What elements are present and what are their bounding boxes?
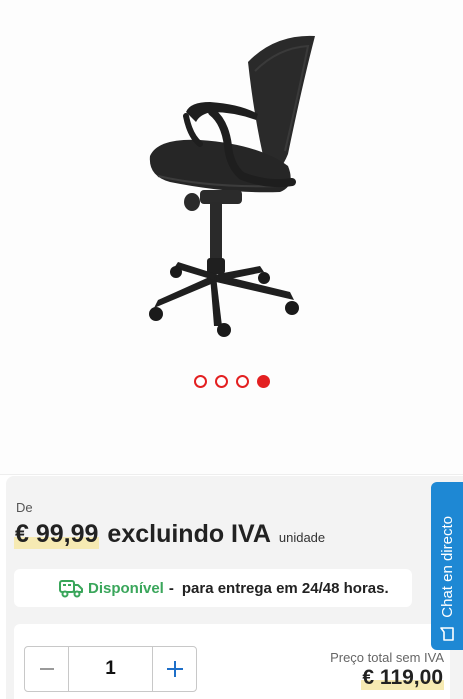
quantity-stepper (24, 646, 197, 692)
carousel-dot-active[interactable] (256, 375, 270, 388)
price-value: € 99,99 (14, 520, 100, 549)
price-unit: unidade (278, 530, 326, 545)
price-row: € 99,99 excluindo IVA unidade (14, 520, 325, 549)
increase-quantity-button[interactable] (152, 647, 196, 691)
live-chat-button[interactable]: Chat en directo (431, 482, 463, 650)
plus-icon (166, 661, 183, 677)
product-info-panel: De € 99,99 excluindo IVA unidade Disponí… (6, 476, 463, 699)
price-from-label: De (16, 500, 33, 515)
availability-separator: - (168, 579, 174, 597)
carousel-dot[interactable] (235, 375, 249, 388)
total-price-label: Preço total sem IVA (330, 650, 444, 665)
product-gallery[interactable] (0, 0, 463, 475)
availability-status: Disponível (88, 579, 164, 597)
truck-icon (59, 580, 83, 598)
decrease-quantity-button[interactable] (25, 647, 69, 691)
carousel-dot[interactable] (193, 375, 207, 388)
carousel-dot[interactable] (214, 375, 228, 388)
minus-icon (39, 668, 54, 670)
total-price-value: € 119,00 (361, 666, 444, 690)
quantity-panel: Preço total sem IVA € 119,00 (14, 624, 450, 699)
chat-bubble-icon (440, 627, 454, 641)
live-chat-label: Chat en directo (438, 516, 456, 618)
product-page: De € 99,99 excluindo IVA unidade Disponí… (0, 0, 463, 699)
availability-delivery-text: para entrega em 24/48 horas. (181, 579, 389, 597)
availability-box: Disponível - para entrega em 24/48 horas… (14, 569, 412, 607)
quantity-input[interactable] (69, 647, 152, 691)
price-vat-note: excluindo IVA (107, 520, 271, 548)
product-image[interactable] (130, 26, 330, 351)
carousel-dots (0, 375, 463, 388)
